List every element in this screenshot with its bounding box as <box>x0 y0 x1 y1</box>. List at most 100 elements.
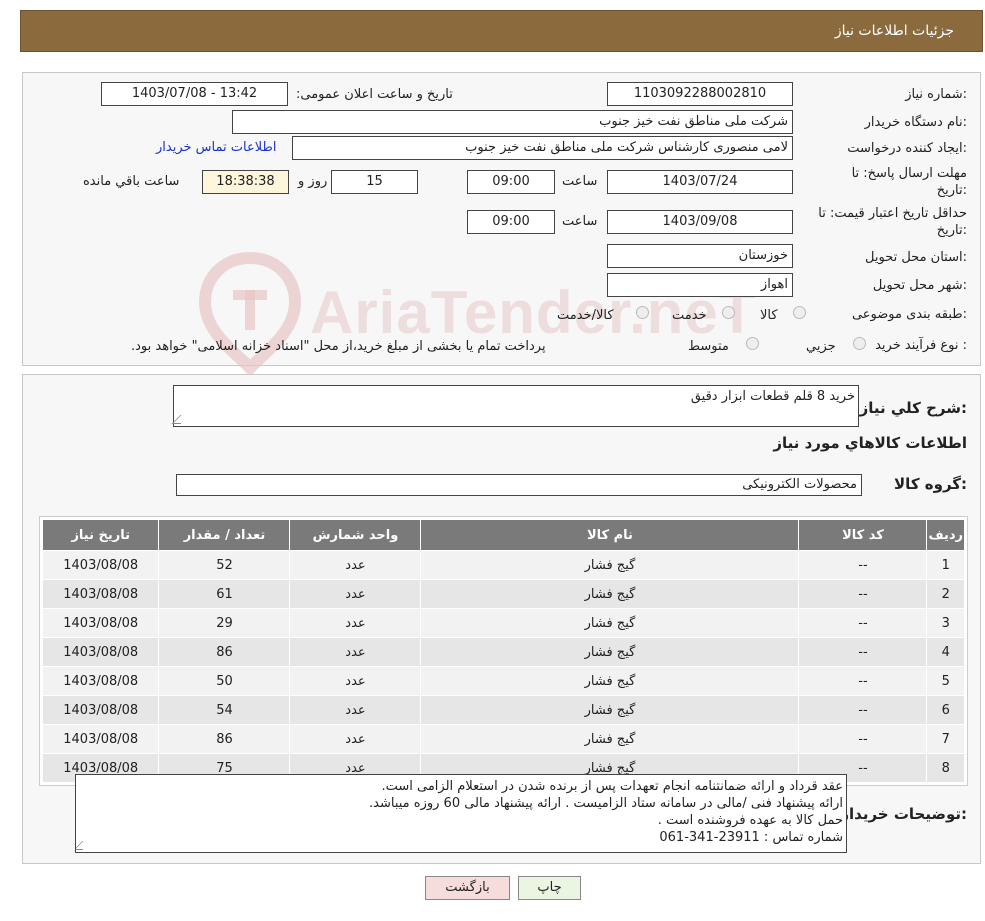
validity-date-field: 1403/09/08 <box>607 210 793 234</box>
items-table-wrapper: رديف کد کالا نام کالا واحد شمارش تعداد /… <box>39 516 968 786</box>
col-unit: واحد شمارش <box>289 519 422 551</box>
creator-field: لامی منصوری کارشناس شرکت ملی مناطق نفت خ… <box>292 136 793 160</box>
days-label: روز و <box>298 174 328 189</box>
province-field: خوزستان <box>607 244 793 268</box>
buyer-label: نام دستگاه خریدار: <box>864 115 967 130</box>
city-field: اهواز <box>607 273 793 297</box>
cell-quantity: 86 <box>158 637 291 667</box>
buyer-field: شرکت ملی مناطق نفت خیز جنوب <box>232 110 793 134</box>
city-label: شهر محل تحویل: <box>872 278 967 293</box>
col-item-name: نام کالا <box>420 519 800 551</box>
group-label: گروه کالا: <box>894 475 967 493</box>
cell-quantity: 61 <box>158 579 291 609</box>
buyer-notes-textarea[interactable]: عقد قرداد و ارائه ضمانتنامه انجام تعهدات… <box>75 774 847 853</box>
cell-item-name: گیج فشار <box>420 695 800 725</box>
buyer-notes-label: توضیحات خریدار: <box>840 805 967 823</box>
validity-label-line1: حداقل تاریخ اعتبار قیمت: تا <box>818 206 967 221</box>
need-number-field: 1103092288002810 <box>607 82 793 106</box>
col-item-code: کد کالا <box>798 519 928 551</box>
watermark-logo-icon <box>198 251 302 375</box>
cell-item-code: -- <box>798 579 928 609</box>
cell-item-name: گیج فشار <box>420 724 800 754</box>
deadline-label: مهلت ارسال پاسخ: تا تاریخ: <box>852 166 967 198</box>
table-row: 3 -- گیج فشار عدد 29 1403/08/08 <box>41 608 965 638</box>
cell-row-number: 6 <box>926 695 965 725</box>
days-remaining-field: 15 <box>331 170 418 194</box>
process-note: پرداخت تمام یا بخشی از مبلغ خرید،از محل … <box>131 339 546 354</box>
deadline-label-line2: تاریخ: <box>936 183 967 198</box>
col-quantity: تعداد / مقدار <box>158 519 291 551</box>
cell-item-name: گیج فشار <box>420 579 800 609</box>
print-button[interactable]: چاپ <box>518 876 581 900</box>
cell-need-date: 1403/08/08 <box>41 637 160 667</box>
cell-unit: عدد <box>289 637 422 667</box>
process-label: نوع فرآیند خرید : <box>875 338 967 353</box>
cell-item-name: گیج فشار <box>420 666 800 696</box>
table-row: 2 -- گیج فشار عدد 61 1403/08/08 <box>41 579 965 609</box>
cell-row-number: 5 <box>926 666 965 696</box>
table-row: 6 -- گیج فشار عدد 54 1403/08/08 <box>41 695 965 725</box>
validity-time-field: 09:00 <box>467 210 555 234</box>
table-header-row: رديف کد کالا نام کالا واحد شمارش تعداد /… <box>41 519 965 551</box>
buyer-notes-text: عقد قرداد و ارائه ضمانتنامه انجام تعهدات… <box>369 778 843 846</box>
cell-quantity: 86 <box>158 724 291 754</box>
table-row: 7 -- گیج فشار عدد 86 1403/08/08 <box>41 724 965 754</box>
remaining-time-field: 18:38:38 <box>202 170 289 194</box>
cell-unit: عدد <box>289 579 422 609</box>
resize-handle-icon[interactable] <box>171 415 190 424</box>
buyer-notes-line: شماره تماس : 23911-341-061 <box>659 830 843 845</box>
category-label: طبقه بندی موضوعی: <box>851 307 967 322</box>
summary-text: خرید 8 قلم قطعات ابزار دقیق <box>690 389 855 404</box>
cell-row-number: 7 <box>926 724 965 754</box>
cell-unit: عدد <box>289 666 422 696</box>
cell-row-number: 4 <box>926 637 965 667</box>
items-heading: اطلاعات کالاهاي مورد نياز <box>773 434 967 452</box>
cell-quantity: 54 <box>158 695 291 725</box>
category-option-service: خدمت <box>672 308 707 323</box>
back-button[interactable]: بازگشت <box>425 876 510 900</box>
buyer-notes-line: ارائه پیشنهاد فنی /مالی در سامانه ستاد ا… <box>369 796 843 811</box>
cell-unit: عدد <box>289 695 422 725</box>
buyer-contact-link[interactable]: اطلاعات تماس خریدار <box>156 140 276 155</box>
cell-item-code: -- <box>798 637 928 667</box>
cell-item-name: گیج فشار <box>420 608 800 638</box>
validity-time-label: ساعت <box>562 214 598 229</box>
cell-quantity: 50 <box>158 666 291 696</box>
remaining-time-label: ساعت باقي مانده <box>83 174 180 189</box>
page-header: جزئیات اطلاعات نیاز <box>20 10 983 52</box>
cell-quantity: 29 <box>158 608 291 638</box>
deadline-label-line1: مهلت ارسال پاسخ: تا <box>851 166 967 181</box>
summary-label: شرح کلي نياز: <box>859 399 967 417</box>
table-row: 5 -- گیج فشار عدد 50 1403/08/08 <box>41 666 965 696</box>
need-number-label: شماره نیاز: <box>905 87 967 102</box>
process-radio-medium[interactable] <box>746 337 759 350</box>
process-option-medium: متوسط <box>688 339 729 354</box>
buyer-notes-line: حمل کالا به عهده فروشنده است . <box>657 813 843 828</box>
cell-unit: عدد <box>289 550 422 580</box>
cell-unit: عدد <box>289 724 422 754</box>
cell-unit: عدد <box>289 608 422 638</box>
resize-handle-icon[interactable] <box>76 841 92 850</box>
cell-row-number: 1 <box>926 550 965 580</box>
deadline-time-label: ساعت <box>562 174 598 189</box>
cell-row-number: 2 <box>926 579 965 609</box>
summary-textarea[interactable]: خرید 8 قلم قطعات ابزار دقیق <box>171 385 859 427</box>
category-option-goods-service: کالا/خدمت <box>557 308 614 323</box>
creator-label: ایجاد کننده درخواست: <box>847 141 967 156</box>
process-radio-minor[interactable] <box>853 337 866 350</box>
category-radio-service[interactable] <box>722 306 735 319</box>
page-title: جزئیات اطلاعات نیاز <box>834 23 954 39</box>
table-row: 4 -- گیج فشار عدد 86 1403/08/08 <box>41 637 965 667</box>
col-need-date: تاريخ نياز <box>41 519 160 551</box>
cell-need-date: 1403/08/08 <box>41 579 160 609</box>
category-radio-goods[interactable] <box>793 306 806 319</box>
category-radio-goods-service[interactable] <box>636 306 649 319</box>
cell-need-date: 1403/08/08 <box>41 724 160 754</box>
province-label: استان محل تحویل: <box>865 250 967 265</box>
validity-label-line2: تاریخ: <box>936 223 967 238</box>
cell-item-code: -- <box>798 666 928 696</box>
cell-item-code: -- <box>798 695 928 725</box>
cell-row-number: 3 <box>926 608 965 638</box>
announce-label: تاریخ و ساعت اعلان عمومی: <box>296 87 453 102</box>
deadline-time-field: 09:00 <box>467 170 555 194</box>
